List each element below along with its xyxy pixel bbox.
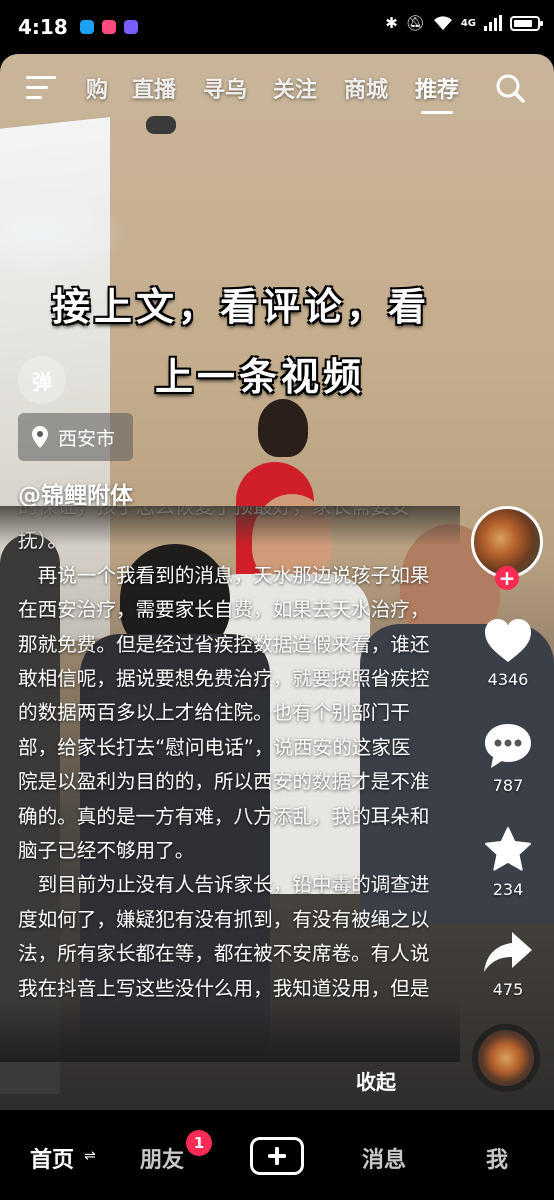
description-paragraph: 到目前为止没有人告诉家长，铅中毒的调查进度如何了，嫌疑犯有没有抓到，有没有被绳之… bbox=[18, 873, 430, 1000]
follow-plus-icon[interactable]: + bbox=[495, 566, 519, 590]
star-icon bbox=[485, 827, 531, 871]
collapse-button[interactable]: 收起 bbox=[356, 1066, 396, 1095]
app-notification-icon bbox=[101, 20, 116, 34]
status-bar: 4:18 ✱ 🔕︎ 4G bbox=[0, 0, 554, 54]
like-button[interactable]: 4346 bbox=[470, 618, 546, 689]
refresh-switch-icon[interactable]: ⇌ bbox=[84, 1148, 96, 1164]
network-type: 4G bbox=[460, 17, 476, 29]
share-count: 475 bbox=[492, 980, 524, 999]
tab-local[interactable]: 寻乌 bbox=[203, 72, 247, 104]
description-fade bbox=[0, 1002, 460, 1062]
danmaku-label: 弹 bbox=[32, 369, 52, 394]
heart-icon bbox=[485, 619, 531, 662]
location-tag[interactable]: 西安市 bbox=[18, 413, 134, 461]
nav-me[interactable]: 我 bbox=[486, 1142, 508, 1174]
app-notification-icon bbox=[123, 20, 138, 34]
video-caption-line1: 接上文，看评论，看 bbox=[52, 285, 431, 329]
nav-home[interactable]: 首页 bbox=[30, 1142, 74, 1174]
friends-badge: 1 bbox=[186, 1130, 212, 1156]
description-paragraph: 再说一个我看到的消息，天水那边说孩子如果在西安治疗，需要家长自费，如果去天水治疗… bbox=[18, 563, 430, 863]
bluetooth-icon: ✱ bbox=[385, 14, 398, 32]
video-figure bbox=[258, 399, 308, 457]
author-name[interactable]: @锦鲤附体 bbox=[18, 476, 133, 510]
create-button[interactable] bbox=[250, 1137, 304, 1175]
wifi-icon bbox=[433, 16, 452, 30]
tab-recommended[interactable]: 推荐 bbox=[415, 72, 459, 114]
status-time: 4:18 bbox=[18, 15, 68, 39]
search-icon[interactable] bbox=[494, 72, 526, 104]
video-description: 的保证，孩子怎么恢复了预最好，家长需要安抚）。 再说一个我看到的消息，天水那边说… bbox=[0, 506, 460, 1062]
favorite-button[interactable]: 234 bbox=[470, 826, 546, 899]
plus-icon bbox=[268, 1147, 286, 1165]
nav-messages[interactable]: 消息 bbox=[362, 1142, 406, 1174]
share-arrow-icon bbox=[484, 932, 532, 972]
signal-icon bbox=[484, 15, 502, 31]
app-notification-icon bbox=[79, 20, 94, 34]
favorite-count: 234 bbox=[492, 880, 524, 899]
comment-count: 787 bbox=[492, 776, 524, 795]
mute-icon: 🔕︎ bbox=[405, 14, 425, 32]
top-nav: 购 直播 寻乌 关注 商城 推荐 bbox=[0, 56, 554, 120]
share-button[interactable]: 475 bbox=[470, 930, 546, 999]
location-label: 西安市 bbox=[58, 427, 116, 450]
danmaku-toggle[interactable]: 弹 bbox=[18, 356, 66, 404]
like-count: 4346 bbox=[487, 670, 529, 689]
tab-mall[interactable]: 商城 bbox=[344, 72, 388, 104]
menu-icon[interactable] bbox=[26, 76, 56, 100]
tab-live[interactable]: 直播 bbox=[132, 72, 176, 104]
video-caption-line2: 上一条视频 bbox=[155, 355, 366, 399]
comment-button[interactable]: 787 bbox=[470, 722, 546, 795]
nav-friends[interactable]: 朋友 bbox=[140, 1142, 184, 1174]
tab-following[interactable]: 关注 bbox=[273, 72, 317, 104]
tab-shopping[interactable]: 购 bbox=[86, 72, 108, 104]
location-pin-icon bbox=[32, 426, 48, 448]
battery-icon bbox=[510, 15, 543, 31]
music-disc-icon[interactable] bbox=[472, 1024, 540, 1092]
status-icons: ✱ 🔕︎ 4G bbox=[385, 14, 543, 32]
comment-icon bbox=[485, 724, 531, 768]
description-fade bbox=[0, 506, 460, 546]
